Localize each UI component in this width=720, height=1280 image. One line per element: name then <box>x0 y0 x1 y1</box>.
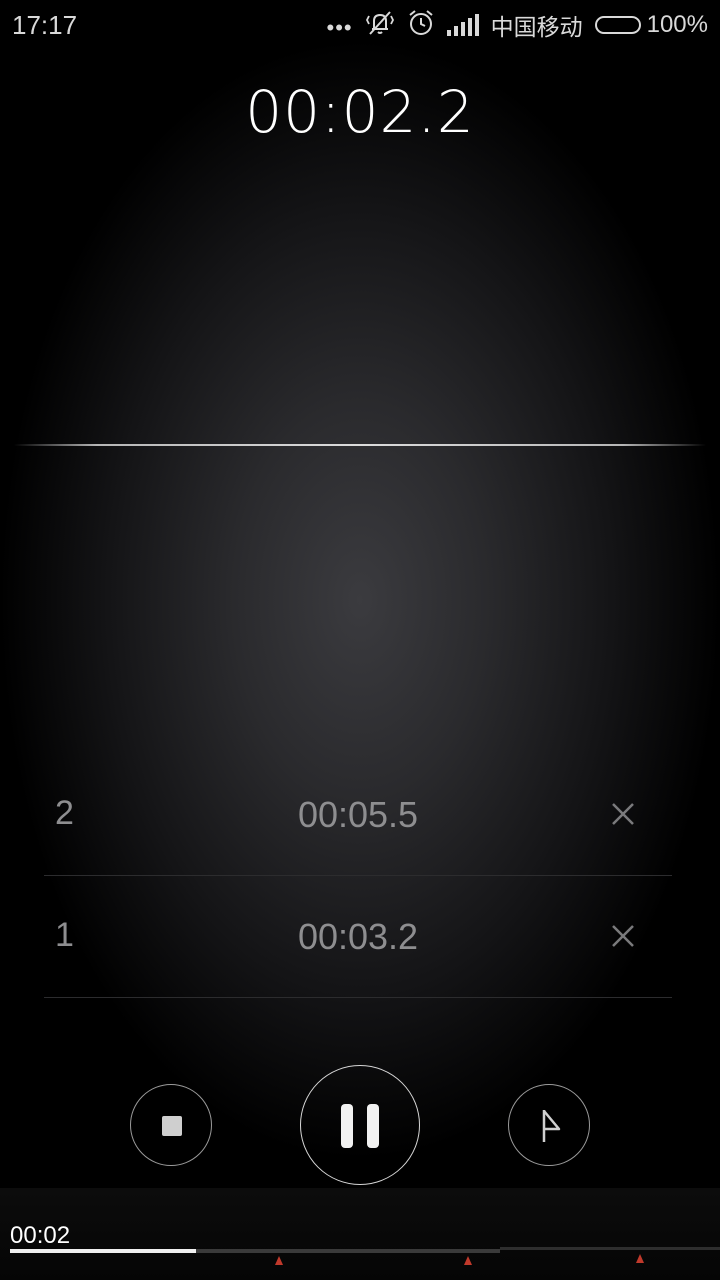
stop-button[interactable] <box>130 1084 212 1166</box>
battery-percent: 100% <box>646 11 708 38</box>
status-time: 17:17 <box>12 10 78 40</box>
stop-icon <box>162 1116 182 1136</box>
stopwatch-time: 00:02.2 <box>245 78 475 146</box>
alarm-clock-icon <box>407 9 435 42</box>
bottom-panel <box>0 1188 720 1280</box>
lap-time: 00:03.2 <box>297 916 419 957</box>
status-bar: 17:17 ••• 中国移动 100% <box>0 0 720 50</box>
delete-lap-icon[interactable] <box>606 797 640 831</box>
carrier-name: 中国移动 <box>490 14 583 40</box>
status-icons: ••• 中国移动 100% <box>326 8 708 42</box>
lap-time: 00:05.5 <box>297 794 419 835</box>
elapsed-time-label: 00:02 <box>10 1222 71 1249</box>
more-dots-icon: ••• <box>326 15 353 40</box>
delete-lap-icon[interactable] <box>606 919 640 953</box>
battery-icon <box>594 16 641 34</box>
lap-flag-icon <box>533 1107 567 1150</box>
lap-button[interactable] <box>508 1084 590 1166</box>
lap-row: 2 00:05.5 <box>44 754 672 876</box>
sweep-line <box>14 444 706 446</box>
lap-marker <box>464 1256 472 1265</box>
lap-list: 2 00:05.5 1 00:03.2 <box>44 754 672 998</box>
signal-icon <box>446 14 479 36</box>
progress-track-extension <box>500 1247 720 1250</box>
lap-marker <box>636 1254 644 1263</box>
stopwatch-screen: 17:17 ••• 中国移动 100% 00:02.2 2 00:05.5 1 … <box>0 0 720 1280</box>
pause-button[interactable] <box>300 1065 420 1185</box>
progress-fill <box>10 1249 196 1253</box>
lap-marker <box>275 1256 283 1265</box>
vibrate-silent-icon <box>365 9 395 42</box>
lap-row: 1 00:03.2 <box>44 876 672 998</box>
